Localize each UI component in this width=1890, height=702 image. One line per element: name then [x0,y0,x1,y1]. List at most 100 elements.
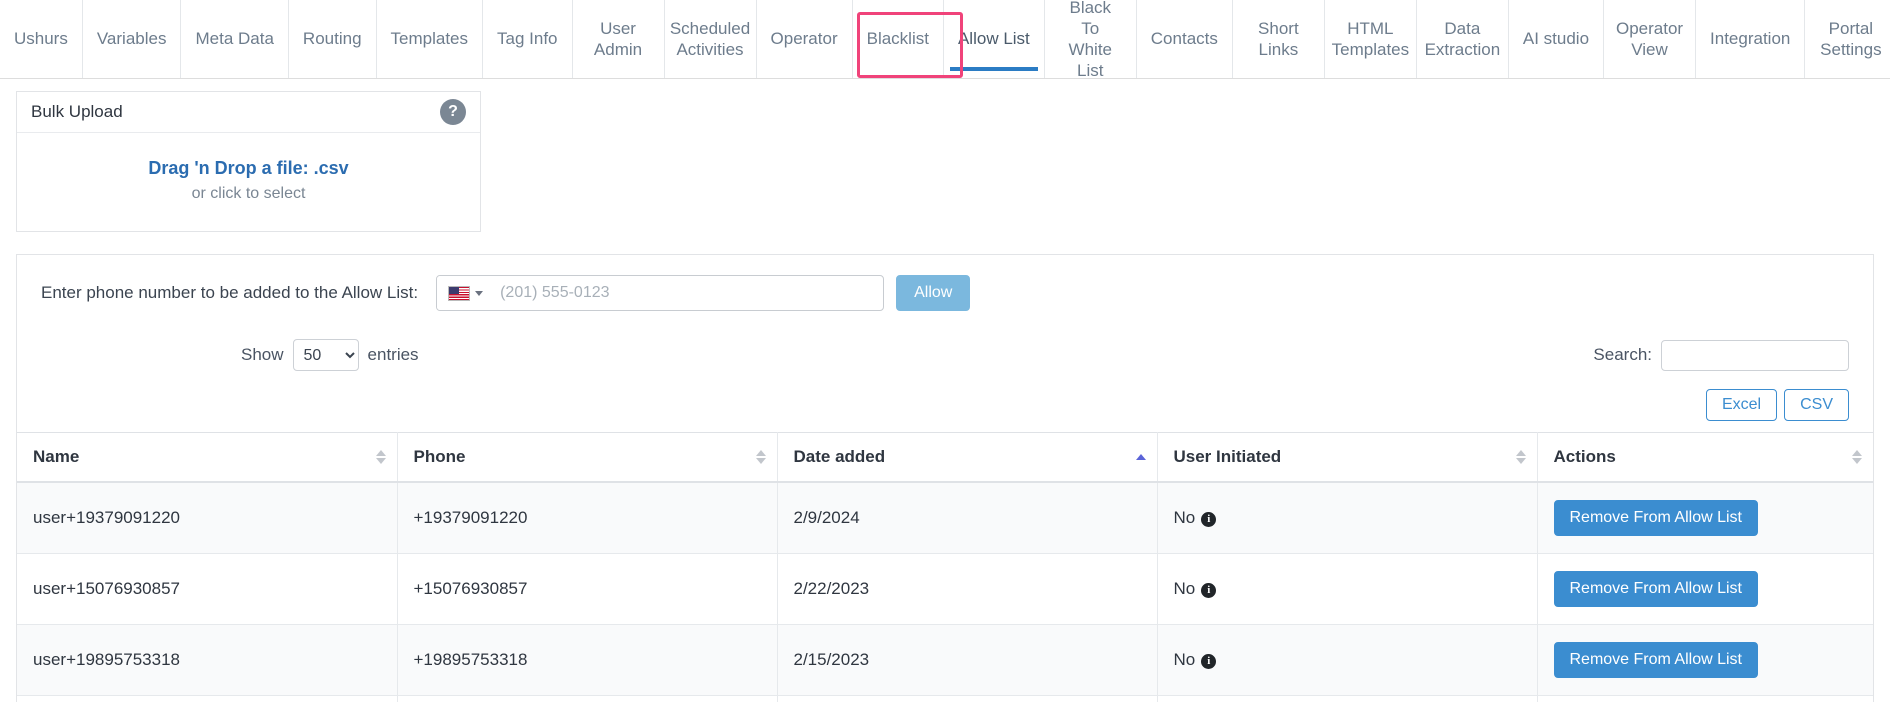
cell-actions: Remove From Allow List [1537,553,1873,625]
sort-toggle-icon [755,450,766,464]
bulk-upload-header: Bulk Upload ? [17,92,480,133]
tab-short-links[interactable]: Short Links [1232,0,1325,78]
column-header-actions[interactable]: Actions [1537,432,1873,483]
allow-list-table: Name Phone Date added User Initiated Actions… [17,432,1873,702]
search-control: Search: [1593,339,1849,371]
tab-operator-view[interactable]: Operator View [1604,0,1697,78]
column-header-phone[interactable]: Phone [397,432,778,483]
cell-phone: +19379091220 [397,482,778,554]
table-header-row: Name Phone Date added User Initiated Actions [17,432,1873,483]
info-icon[interactable]: i [1201,511,1217,527]
cell-user-initiated: Noi [1157,553,1538,625]
cell-date-added: 2/22/2023 [777,553,1158,625]
country-selector[interactable] [437,276,493,310]
tab-black-to-white-list[interactable]: Black To White List [1044,0,1137,80]
tab-scheduled-activities[interactable]: Scheduled Activities [664,0,757,78]
tab-meta-data[interactable]: Meta Data [181,0,289,78]
tab-operator[interactable]: Operator [756,0,853,78]
sort-ascending-icon [1135,454,1146,460]
remove-from-allow-list-button[interactable]: Remove From Allow List [1553,500,1758,536]
bulk-upload-card: Bulk Upload ? Drag 'n Drop a file: .csv … [16,91,481,232]
column-header-label: Date added [793,447,886,466]
tab-ushurs[interactable]: Ushurs [0,0,83,78]
export-button-group: Excel CSV [17,371,1873,432]
sort-toggle-icon [375,450,386,464]
page-length-select[interactable]: 102550100 [292,339,359,371]
cell-name: user+12543472750 [17,695,398,702]
tab-blacklist[interactable]: Blacklist [852,0,944,78]
cell-actions: Remove From Allow List [1537,695,1873,702]
table-row: user+19895753318 +19895753318 2/15/2023 No i… [17,624,1873,696]
search-input[interactable] [1661,339,1849,371]
tab-tag-info[interactable]: Tag Info [483,0,573,78]
dropzone-primary-text: Drag 'n Drop a file: .csv [148,158,349,178]
add-phone-label: Enter phone number to be added to the Al… [41,283,419,302]
info-icon[interactable]: i [1201,653,1217,669]
tab-integration[interactable]: Integration [1696,0,1806,78]
table-header: Name Phone Date added User Initiated Actions [17,432,1873,483]
help-circle-icon[interactable]: ? [440,99,466,125]
phone-number-input[interactable] [492,276,884,310]
dropzone-secondary-text: or click to select [191,185,306,202]
bulk-upload-section: Bulk Upload ? Drag 'n Drop a file: .csv … [0,79,1890,232]
column-header-user-initiated[interactable]: User Initiated [1157,432,1538,483]
tab-ai-studio[interactable]: AI studio [1508,0,1605,78]
column-header-date-added[interactable]: Date added [777,432,1158,483]
tab-user-admin[interactable]: User Admin [572,0,665,78]
tab-contacts[interactable]: Contacts [1136,0,1233,78]
main-tab-bar: Ushurs Variables Meta Data Routing Templates… [0,0,1890,80]
cell-user-initiated: Noi [1157,695,1538,702]
file-dropzone[interactable]: Drag 'n Drop a file: .csv or click to se… [17,133,480,231]
column-header-label: Actions [1553,447,1616,466]
cell-user-initiated: Noi [1157,624,1538,696]
tab-templates[interactable]: Templates [376,0,484,78]
cell-date-added: 12/22/2022 [777,695,1158,702]
tab-data-extraction[interactable]: Data Extraction [1416,0,1509,78]
datatable-controls: Show 102550100 entries Search: [17,331,1873,371]
tab-variables[interactable]: Variables [82,0,182,78]
tab-allow-list[interactable]: Allow List [943,0,1045,78]
tab-portal-settings[interactable]: Portal Settings [1805,0,1890,78]
info-icon[interactable]: i [1201,582,1217,598]
table-row: user+15076930857 +15076930857 2/22/2023 No i… [17,553,1873,625]
tab-html-templates[interactable]: HTML Templates [1324,0,1417,78]
chevron-down-icon [475,290,484,296]
cell-phone: +19895753318 [397,624,778,696]
cell-name: user+19379091220 [17,482,398,554]
cell-name: user+15076930857 [17,553,398,625]
remove-from-allow-list-button[interactable]: Remove From Allow List [1553,642,1758,678]
show-label: Show [241,345,284,364]
user-initiated-value: No [1173,650,1196,669]
table-body: user+19379091220 +19379091220 2/9/2024 No i R… [17,482,1873,702]
export-excel-button[interactable]: Excel [1705,389,1778,421]
sort-toggle-icon [1515,450,1526,464]
column-header-label: Phone [413,447,466,466]
allow-button[interactable]: Allow [896,275,971,311]
search-label: Search: [1593,345,1652,364]
user-initiated-value: No [1173,579,1196,598]
entries-label: entries [367,345,419,364]
cell-actions: Remove From Allow List [1537,482,1873,554]
column-header-name[interactable]: Name [17,432,398,483]
cell-date-added: 2/9/2024 [777,482,1158,554]
page-length-control: Show 102550100 entries [241,339,419,371]
cell-user-initiated: Noi [1157,482,1538,554]
column-header-label: Name [33,447,80,466]
table-row: user+19379091220 +19379091220 2/9/2024 No i R… [17,482,1873,554]
cell-name: user+19895753318 [17,624,398,696]
remove-from-allow-list-button[interactable]: Remove From Allow List [1553,571,1758,607]
page-content: Bulk Upload ? Drag 'n Drop a file: .csv … [0,79,1890,702]
export-csv-button[interactable]: CSV [1784,389,1849,421]
cell-actions: Remove From Allow List [1537,624,1873,696]
sort-toggle-icon [1852,450,1862,464]
cell-phone: +12543472750 [397,695,778,702]
us-flag-icon [448,285,471,301]
add-phone-row: Enter phone number to be added to the Al… [17,255,1873,331]
cell-date-added: 2/15/2023 [777,624,1158,696]
allow-list-panel: Enter phone number to be added to the Al… [16,254,1874,702]
cell-phone: +15076930857 [397,553,778,625]
user-initiated-value: No [1173,508,1196,527]
table-row: user+12543472750+1254347275012/22/2022No… [17,695,1873,702]
column-header-label: User Initiated [1173,447,1282,466]
tab-routing[interactable]: Routing [288,0,377,78]
